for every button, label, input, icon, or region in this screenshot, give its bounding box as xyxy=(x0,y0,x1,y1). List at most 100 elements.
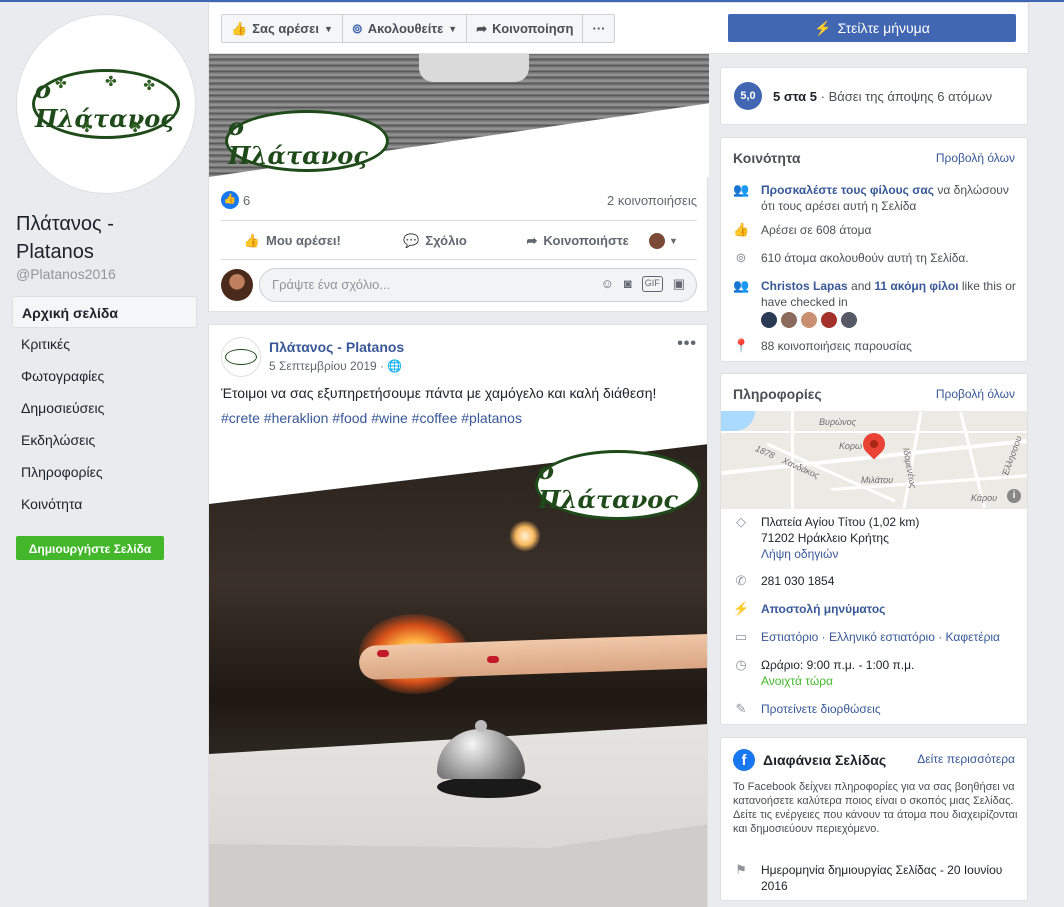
phone-row: ✆ 281 030 1854 xyxy=(733,573,1021,589)
caret-down-icon: ▼ xyxy=(448,23,458,34)
create-page-button[interactable]: Δημιουργήστε Σελίδα xyxy=(16,536,164,560)
post-author[interactable]: Πλάτανος - Platanos xyxy=(269,339,404,355)
send-message-link[interactable]: Αποστολή μηνύματος xyxy=(761,601,1021,617)
transparency-see-more-link[interactable]: Δείτε περισσότερα xyxy=(917,752,1015,766)
liked-button[interactable]: 👍 Σας αρέσει ▼ xyxy=(222,15,343,42)
sticker-icon[interactable]: ▣ xyxy=(673,276,685,292)
logo xyxy=(225,349,257,365)
community-view-all-link[interactable]: Προβολή όλων xyxy=(936,151,1015,165)
suggest-edits-link[interactable]: Προτείνετε διορθώσεις xyxy=(761,701,1021,717)
post-as-selector[interactable]: ▼ xyxy=(649,232,697,249)
map-label: Κάρου xyxy=(971,493,998,503)
directions-link[interactable]: Λήψη οδηγιών xyxy=(761,547,838,561)
follows-count: 610 άτομα ακολουθούν αυτή τη Σελίδα. xyxy=(761,251,969,265)
friend-link[interactable]: Christos Lapas xyxy=(761,279,848,293)
share-post-label: Κοινοποιήστε xyxy=(543,233,629,248)
post-text: Έτοιμοι να σας εξυπηρετήσουμε πάντα με χ… xyxy=(221,385,657,401)
send-message-button[interactable]: ⚡ Στείλτε μήνυμα xyxy=(728,14,1016,42)
ellipsis-icon: ··· xyxy=(592,21,606,36)
more-options-button[interactable]: ··· xyxy=(583,15,614,42)
nail-shape xyxy=(377,650,389,657)
camera-icon[interactable]: ◙ xyxy=(624,276,632,292)
bell-base xyxy=(437,776,541,798)
info-view-all-link[interactable]: Προβολή όλων xyxy=(936,387,1015,401)
nav-item-reviews[interactable]: Κριτικές xyxy=(12,328,197,360)
nav-item-about[interactable]: Πληροφορίες xyxy=(12,456,197,488)
post-image[interactable]: ο Πλάτανος xyxy=(209,444,707,907)
messaging-row: ⚡ Αποστολή μηνύματος xyxy=(733,601,1021,617)
community-card: Κοινότητα Προβολή όλων 👥 Προσκαλέστε του… xyxy=(720,137,1028,362)
avatar[interactable] xyxy=(841,312,857,328)
share-arrow-icon: ➦ xyxy=(526,232,538,248)
map-label: Βυρώνος xyxy=(819,417,856,427)
page-nav: Αρχική σελίδα Κριτικές Φωτογραφίες Δημοσ… xyxy=(12,296,197,520)
nav-item-photos[interactable]: Φωτογραφίες xyxy=(12,360,197,392)
nail-shape xyxy=(487,656,499,663)
avatar[interactable] xyxy=(761,312,777,328)
categories-links[interactable]: Εστιατόριο · Ελληνικό εστιατόριο · Καφετ… xyxy=(761,629,1021,645)
like-button[interactable]: 👍 Μου αρέσει! xyxy=(221,233,364,249)
phone-icon: ✆ xyxy=(735,573,747,588)
likes-row: 👍 Αρέσει σε 608 άτομα xyxy=(733,222,1021,238)
comment-icon: 💬 xyxy=(403,232,420,248)
creation-date: Ημερομηνία δημιουργίας Σελίδας - 20 Ιουν… xyxy=(761,863,1003,893)
location-map[interactable]: Βυρώνος Κορω Χανδάκος Μιλάτου Έλλησσου Κ… xyxy=(721,411,1027,509)
transparency-description: Το Facebook δείχνει πληροφορίες για να σ… xyxy=(733,781,1018,835)
page-actions-bar: 👍 Σας αρέσει ▼ ⊚ Ακολουθείτε ▼ ➦ Κοινοπο… xyxy=(208,2,1029,54)
address-row: ◇ Πλατεία Αγίου Τίτου (1,02 km) 71202 Ηρ… xyxy=(733,514,1021,562)
nav-item-posts[interactable]: Δημοσιεύσεις xyxy=(12,392,197,424)
nav-item-events[interactable]: Εκδηλώσεις xyxy=(12,424,197,456)
gif-icon[interactable]: GIF xyxy=(641,276,663,292)
reactions-summary: 👍 6 2 κοινοποιήσεις xyxy=(221,187,697,221)
cup-shape xyxy=(419,54,529,82)
flag-icon: ⚑ xyxy=(735,862,747,877)
share-count[interactable]: 2 κοινοποιήσεις xyxy=(607,193,697,208)
thumbs-up-icon: 👍 xyxy=(243,232,260,248)
reaction-count[interactable]: 6 xyxy=(243,193,250,208)
share-post-button[interactable]: ➦ Κοινοποιήστε xyxy=(506,233,649,249)
phone-number: 281 030 1854 xyxy=(761,574,835,588)
leaf-icon: ✤ xyxy=(105,73,117,89)
post-options-button[interactable]: ••• xyxy=(677,335,697,353)
categories-row: ▭ Εστιατόριο · Ελληνικό εστιατόριο · Καφ… xyxy=(733,629,1021,645)
logo: ✤ ✤ ✤ ✤ ✤ ο Πλάτανος xyxy=(32,69,180,139)
rating-score: 5 στα 5 xyxy=(773,89,818,104)
comment-button[interactable]: 💬 Σχόλιο xyxy=(364,233,507,249)
like-reaction-icon[interactable]: 👍 xyxy=(221,191,239,209)
invite-friends-link[interactable]: Προσκαλέστε τους φίλους σας xyxy=(761,183,934,197)
avatar[interactable] xyxy=(221,337,261,377)
share-button[interactable]: ➦ Κοινοποίηση xyxy=(467,15,584,42)
location-pin-icon: 📍 xyxy=(733,338,750,353)
map-label: Κορω xyxy=(839,441,863,451)
post-timestamp[interactable]: 5 Σεπτεμβρίου 2019 · 🌐 xyxy=(269,359,402,373)
caret-down-icon: ▼ xyxy=(669,235,678,246)
likes-count: Αρέσει σε 608 άτομα xyxy=(761,223,872,237)
avatar[interactable] xyxy=(801,312,817,328)
emoji-icon[interactable]: ☺ xyxy=(601,276,614,292)
map-info-icon[interactable]: i xyxy=(1007,489,1021,503)
page-handle[interactable]: @Platanos2016 xyxy=(16,266,116,282)
and-text: and xyxy=(847,279,875,293)
post-hashtags[interactable]: #crete #heraklion #food #wine #coffee #p… xyxy=(221,410,522,426)
comment-composer: Γράψτε ένα σχόλιο... ☺ ◙ GIF ▣ xyxy=(221,268,697,302)
share-arrow-icon: ➦ xyxy=(476,20,488,36)
post-image[interactable]: ο Πλάτανος xyxy=(209,54,709,177)
more-friends-link[interactable]: 11 ακόμη φίλοι xyxy=(874,279,958,293)
avatar[interactable] xyxy=(781,312,797,328)
profile-picture[interactable]: ✤ ✤ ✤ ✤ ✤ ο Πλάτανος xyxy=(16,14,196,194)
page-title: Πλάτανος - Platanos xyxy=(16,213,114,263)
thumbs-up-icon: 👍 xyxy=(231,20,248,36)
following-button[interactable]: ⊚ Ακολουθείτε ▼ xyxy=(343,15,468,42)
open-now-status: Ανοιχτά τώρα xyxy=(761,674,833,688)
comment-label: Σχόλιο xyxy=(425,233,467,248)
logo-text: ο Πλάτανος xyxy=(538,456,678,514)
nav-item-home[interactable]: Αρχική σελίδα xyxy=(12,296,197,328)
bell-knob xyxy=(475,720,487,732)
hours-row: ◷ Ωράριο: 9:00 π.μ. - 1:00 π.μ. Ανοιχτά … xyxy=(733,657,1021,689)
invite-row: 👥 Προσκαλέστε τους φίλους σας να δηλώσου… xyxy=(733,182,1021,214)
avatar[interactable] xyxy=(821,312,837,328)
nav-item-community[interactable]: Κοινότητα xyxy=(12,488,197,520)
checkins-count: 88 κοινοποιήσεις παρουσίας xyxy=(761,339,912,353)
liked-label: Σας αρέσει xyxy=(252,21,319,36)
like-label: Μου αρέσει! xyxy=(266,233,341,248)
